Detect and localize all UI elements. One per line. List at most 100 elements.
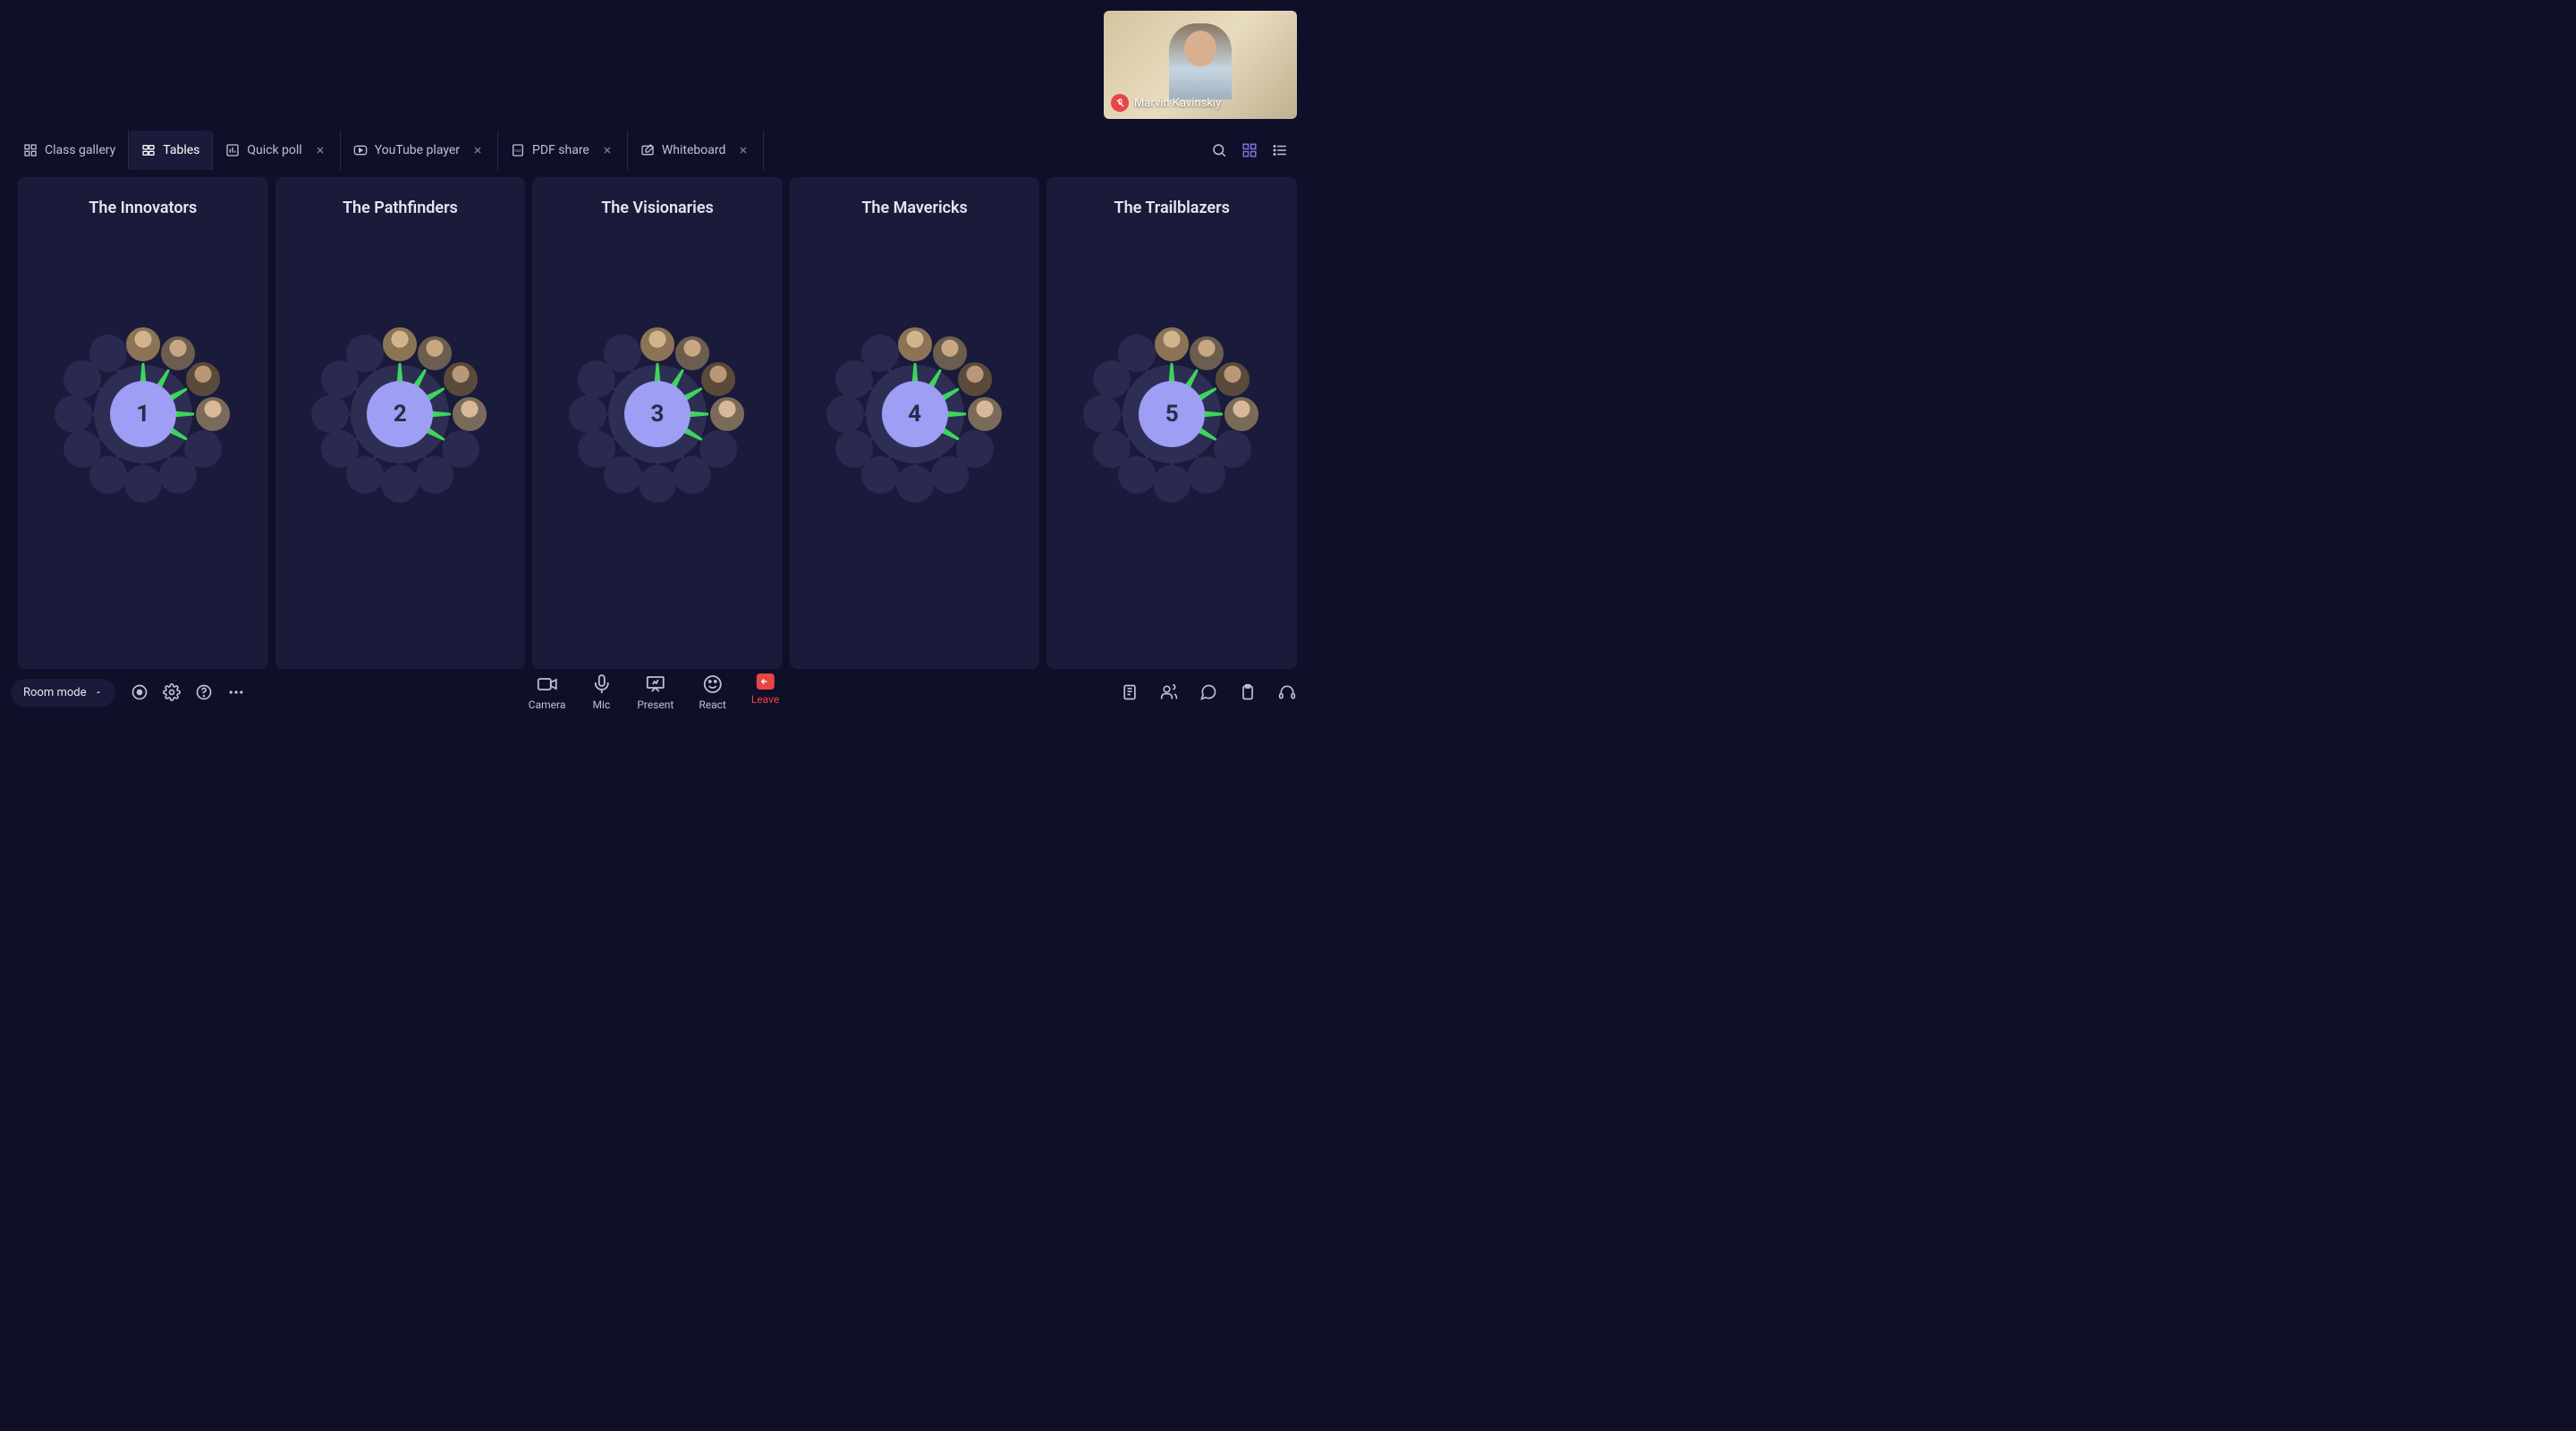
- tab-label: Class gallery: [45, 143, 115, 157]
- seat-avatar[interactable]: [699, 360, 737, 398]
- seat-avatar[interactable]: [639, 326, 676, 363]
- headset-icon[interactable]: [1277, 682, 1297, 702]
- youtube-icon: [353, 143, 368, 157]
- svg-text:PDF: PDF: [514, 148, 521, 153]
- tables-grid: The Innovators1The Pathfinders2The Visio…: [18, 177, 1297, 669]
- record-icon[interactable]: [130, 682, 149, 702]
- mic-icon: [590, 673, 612, 695]
- seat-avatar[interactable]: [1153, 326, 1191, 363]
- camera-icon: [537, 673, 558, 695]
- seat-avatar[interactable]: [1214, 360, 1251, 398]
- present-label: Present: [637, 699, 674, 711]
- self-video-label: Marvin Kavinskiy: [1111, 94, 1221, 112]
- seat-empty[interactable]: [416, 456, 453, 494]
- leave-label: Leave: [751, 693, 779, 706]
- seat-empty[interactable]: [321, 430, 359, 468]
- tab-youtube[interactable]: YouTube player: [341, 131, 498, 170]
- table-wheel: 4: [830, 325, 1000, 504]
- seat-empty[interactable]: [159, 456, 197, 494]
- seat-empty[interactable]: [124, 465, 162, 503]
- table-number: 2: [367, 381, 433, 447]
- poll-icon: [225, 143, 240, 157]
- tool-tab-bar: Class gallery TablesQuick pollYouTube pla…: [11, 131, 1297, 170]
- chevron-up-icon: [94, 688, 103, 697]
- tab-class-gallery[interactable]: Class gallery: [11, 131, 129, 170]
- seat-avatar[interactable]: [966, 395, 1004, 433]
- seat-empty[interactable]: [64, 430, 101, 468]
- seat-empty[interactable]: [674, 456, 711, 494]
- seat-empty[interactable]: [569, 395, 606, 433]
- camera-button[interactable]: Camera: [529, 673, 566, 711]
- smile-icon: [702, 673, 724, 695]
- tab-label: PDF share: [532, 143, 589, 157]
- table-card[interactable]: The Mavericks 4: [790, 177, 1040, 669]
- table-wheel: 5: [1087, 325, 1257, 504]
- notes-icon[interactable]: [1120, 682, 1140, 702]
- self-name: Marvin Kavinskiy: [1134, 97, 1221, 110]
- seat-avatar[interactable]: [442, 360, 479, 398]
- close-icon[interactable]: [600, 143, 614, 157]
- seat-empty[interactable]: [55, 395, 92, 433]
- clipboard-icon[interactable]: [1238, 682, 1258, 702]
- seat-empty[interactable]: [931, 456, 969, 494]
- mic-label: Mic: [593, 699, 611, 711]
- seat-empty[interactable]: [639, 465, 676, 503]
- leave-button[interactable]: Leave: [751, 673, 779, 706]
- react-button[interactable]: React: [699, 673, 726, 711]
- seat-empty[interactable]: [835, 430, 873, 468]
- seat-empty[interactable]: [1153, 465, 1191, 503]
- seat-avatar[interactable]: [1223, 395, 1260, 433]
- table-title: The Visionaries: [601, 199, 714, 217]
- seat-avatar[interactable]: [194, 395, 232, 433]
- mic-button[interactable]: Mic: [590, 673, 612, 711]
- table-title: The Mavericks: [861, 199, 967, 217]
- gear-icon[interactable]: [162, 682, 182, 702]
- table-card[interactable]: The Visionaries 3: [532, 177, 783, 669]
- table-number: 3: [624, 381, 691, 447]
- table-card[interactable]: The Innovators1: [18, 177, 268, 669]
- close-icon[interactable]: [313, 143, 327, 157]
- more-icon[interactable]: [226, 682, 246, 702]
- seat-empty[interactable]: [1093, 430, 1131, 468]
- seat-empty[interactable]: [1188, 456, 1225, 494]
- room-mode-toggle[interactable]: Room mode: [11, 679, 115, 707]
- table-card[interactable]: The Pathfinders2: [275, 177, 526, 669]
- table-wheel: 1: [58, 325, 228, 504]
- react-label: React: [699, 699, 726, 711]
- table-card[interactable]: The Trailblazers5: [1046, 177, 1297, 669]
- seat-empty[interactable]: [89, 334, 127, 372]
- table-number: 5: [1139, 381, 1205, 447]
- self-video-figure: [1169, 23, 1232, 99]
- seat-avatar[interactable]: [708, 395, 746, 433]
- list-view-icon[interactable]: [1270, 140, 1290, 160]
- seat-empty[interactable]: [861, 334, 899, 372]
- grid-view-icon[interactable]: [1240, 140, 1259, 160]
- present-button[interactable]: Present: [637, 673, 674, 711]
- close-icon[interactable]: [470, 143, 485, 157]
- seat-empty[interactable]: [826, 395, 864, 433]
- close-icon[interactable]: [736, 143, 750, 157]
- tab-pdf[interactable]: PDF PDF share: [498, 131, 628, 170]
- help-icon[interactable]: [194, 682, 214, 702]
- seat-avatar[interactable]: [124, 326, 162, 363]
- table-number: 1: [110, 381, 176, 447]
- camera-label: Camera: [529, 699, 566, 711]
- seat-empty[interactable]: [1083, 395, 1121, 433]
- seat-avatar[interactable]: [956, 360, 994, 398]
- people-icon[interactable]: [1159, 682, 1179, 702]
- tab-bar-right-controls: [1209, 140, 1297, 160]
- bottom-right-icons: [1120, 682, 1297, 702]
- self-video-tile[interactable]: Marvin Kavinskiy: [1104, 11, 1297, 119]
- room-mode-label: Room mode: [23, 686, 87, 699]
- present-icon: [645, 673, 666, 695]
- pdf-icon: PDF: [511, 143, 525, 157]
- seat-empty[interactable]: [896, 465, 934, 503]
- search-icon[interactable]: [1209, 140, 1229, 160]
- bottom-left-icons: [130, 682, 246, 702]
- tab-quick-poll[interactable]: Quick poll: [213, 131, 340, 170]
- tab-tables[interactable]: Tables: [129, 131, 213, 170]
- leave-icon: [757, 673, 775, 690]
- seat-avatar[interactable]: [896, 326, 934, 363]
- tab-whiteboard[interactable]: Whiteboard: [628, 131, 765, 170]
- chat-icon[interactable]: [1199, 682, 1218, 702]
